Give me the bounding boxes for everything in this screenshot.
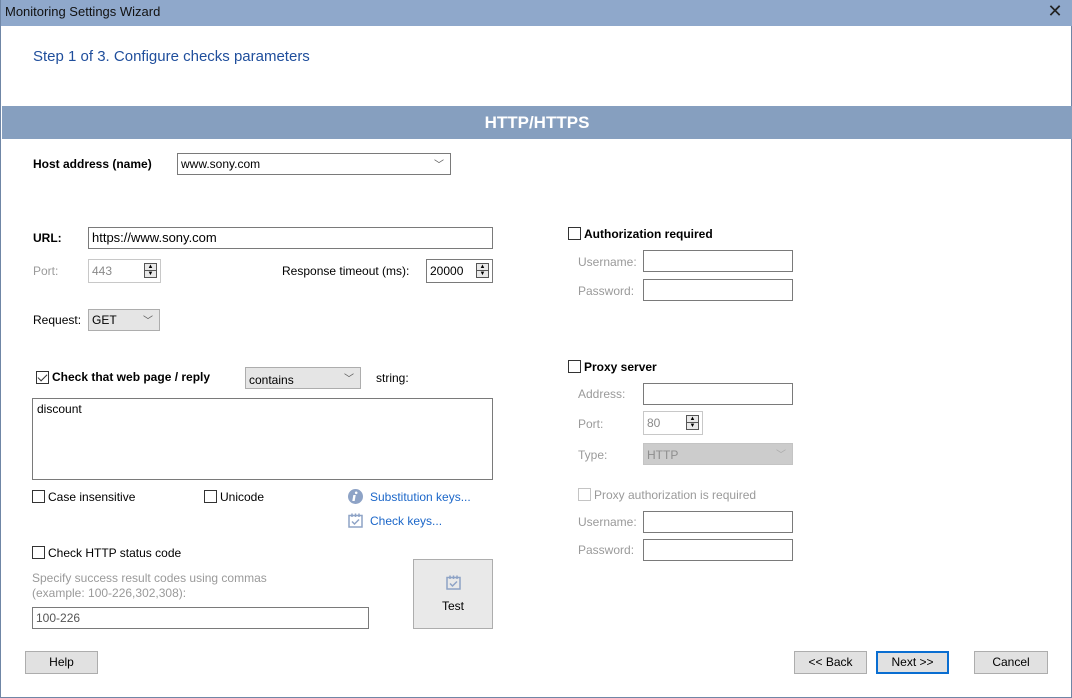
cancel-button[interactable]: Cancel bbox=[974, 651, 1048, 674]
chevron-down-icon: ﹀ bbox=[344, 374, 354, 385]
proxy-username-input[interactable] bbox=[643, 511, 793, 533]
next-button[interactable]: Next >> bbox=[876, 651, 949, 674]
response-timeout-label: Response timeout (ms): bbox=[282, 264, 410, 278]
url-input[interactable]: https://www.sony.com bbox=[88, 227, 493, 249]
proxy-port-label: Port: bbox=[578, 417, 604, 431]
port-label: Port: bbox=[33, 264, 59, 278]
proxy-password-input[interactable] bbox=[643, 539, 793, 561]
url-label: URL: bbox=[33, 231, 62, 245]
proxy-address-input[interactable] bbox=[643, 383, 793, 405]
wizard-window: Monitoring Settings Wizard ✕ Step 1 of 3… bbox=[0, 0, 1072, 698]
timeout-spin-arrows[interactable]: ▲ ▼ bbox=[476, 263, 489, 279]
window-title: Monitoring Settings Wizard bbox=[5, 4, 161, 19]
proxy-address-label: Address: bbox=[578, 387, 626, 401]
host-combobox[interactable]: www.sony.com ﹀ bbox=[177, 153, 451, 175]
search-string-textarea[interactable]: discount bbox=[32, 398, 493, 480]
unicode-checkbox[interactable] bbox=[204, 490, 217, 503]
proxy-server-checkbox[interactable] bbox=[568, 360, 581, 373]
auth-username-input[interactable] bbox=[643, 250, 793, 272]
proxy-server-label[interactable]: Proxy server bbox=[584, 360, 657, 374]
check-http-status-checkbox[interactable] bbox=[32, 546, 45, 559]
chevron-down-icon: ﹀ bbox=[434, 160, 444, 171]
chevron-down-icon: ﹀ bbox=[776, 450, 786, 461]
spin-down-icon[interactable]: ▼ bbox=[686, 422, 699, 430]
calendar-check-icon bbox=[348, 513, 363, 531]
authorization-required-label[interactable]: Authorization required bbox=[584, 227, 713, 241]
string-label: string: bbox=[376, 371, 409, 385]
match-mode-dropdown[interactable]: contains ﹀ bbox=[245, 367, 361, 389]
check-http-status-label[interactable]: Check HTTP status code bbox=[48, 546, 181, 560]
proxy-port-value: 80 bbox=[647, 416, 661, 430]
proxy-type-label: Type: bbox=[578, 448, 608, 462]
title-bar: Monitoring Settings Wizard ✕ bbox=[1, 0, 1072, 26]
help-button[interactable]: Help bbox=[25, 651, 98, 674]
auth-username-label: Username: bbox=[578, 255, 637, 269]
request-label: Request: bbox=[33, 313, 82, 327]
authorization-required-checkbox[interactable] bbox=[568, 227, 581, 240]
section-title: HTTP/HTTPS bbox=[484, 113, 590, 132]
request-method-dropdown[interactable]: GET ﹀ bbox=[88, 309, 160, 331]
status-code-hint-line1: Specify success result codes using comma… bbox=[32, 571, 267, 585]
host-label: Host address (name) bbox=[33, 157, 152, 171]
back-button[interactable]: << Back bbox=[794, 651, 867, 674]
status-codes-input[interactable]: 100-226 bbox=[32, 607, 369, 629]
check-keys-link[interactable]: Check keys... bbox=[370, 514, 442, 528]
auth-password-input[interactable] bbox=[643, 279, 793, 301]
host-value: www.sony.com bbox=[181, 157, 261, 171]
spin-down-icon[interactable]: ▼ bbox=[144, 270, 157, 278]
check-webpage-checkbox[interactable] bbox=[36, 371, 49, 384]
auth-password-label: Password: bbox=[578, 284, 635, 298]
unicode-label[interactable]: Unicode bbox=[220, 490, 264, 504]
port-spin-arrows[interactable]: ▲ ▼ bbox=[144, 263, 157, 279]
case-insensitive-checkbox[interactable] bbox=[32, 490, 45, 503]
step-title: Step 1 of 3. Configure checks parameters bbox=[33, 48, 310, 65]
response-timeout-value: 20000 bbox=[430, 264, 464, 278]
case-insensitive-label[interactable]: Case insensitive bbox=[48, 490, 135, 504]
chevron-down-icon: ﹀ bbox=[143, 316, 153, 327]
test-button-label: Test bbox=[441, 599, 464, 613]
close-icon[interactable]: ✕ bbox=[1045, 0, 1065, 22]
proxy-password-label: Password: bbox=[578, 543, 635, 557]
proxy-type-dropdown[interactable]: HTTP ﹀ bbox=[643, 443, 793, 465]
proxy-auth-checkbox[interactable] bbox=[578, 488, 591, 501]
substitution-keys-link[interactable]: Substitution keys... bbox=[370, 490, 471, 504]
info-icon bbox=[348, 489, 363, 507]
port-value: 443 bbox=[92, 264, 113, 278]
proxy-port-spinner[interactable]: 80 ▲ ▼ bbox=[643, 411, 703, 435]
section-header: HTTP/HTTPS bbox=[2, 106, 1072, 139]
status-code-hint-line2: (example: 100-226,302,308): bbox=[32, 586, 187, 600]
check-webpage-label[interactable]: Check that web page / reply bbox=[52, 370, 210, 384]
proxy-auth-label[interactable]: Proxy authorization is required bbox=[594, 488, 756, 502]
spin-down-icon[interactable]: ▼ bbox=[476, 270, 489, 278]
match-mode-value: contains bbox=[249, 373, 294, 387]
proxy-type-value: HTTP bbox=[647, 448, 679, 462]
proxy-username-label: Username: bbox=[578, 515, 637, 529]
request-method-value: GET bbox=[92, 313, 117, 327]
response-timeout-spinner[interactable]: 20000 ▲ ▼ bbox=[426, 259, 493, 283]
test-button[interactable]: Test bbox=[413, 559, 493, 629]
port-spinner[interactable]: 443 ▲ ▼ bbox=[88, 259, 161, 283]
proxy-port-spin-arrows[interactable]: ▲ ▼ bbox=[686, 415, 699, 431]
calendar-check-icon bbox=[446, 575, 461, 593]
